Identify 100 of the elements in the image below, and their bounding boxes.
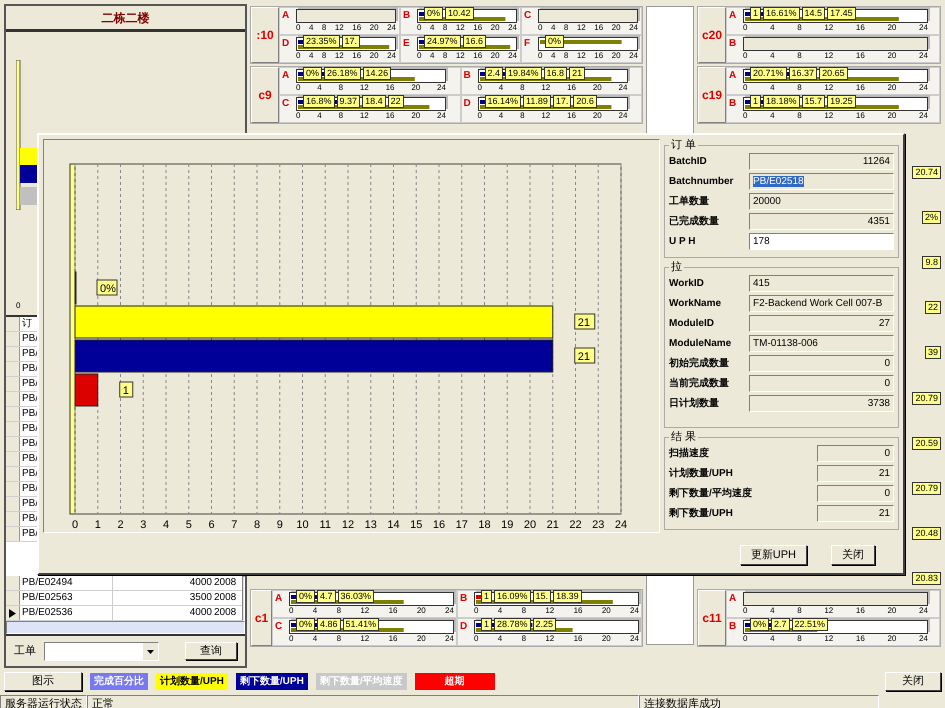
- tick-label: 0: [296, 23, 300, 33]
- tick-label: 8: [442, 23, 448, 33]
- readonly-field: PB/E02518: [749, 173, 894, 190]
- field-label: 扫描速度: [669, 446, 710, 461]
- value-label: 16.8%: [303, 95, 335, 108]
- query-button[interactable]: 查询: [185, 642, 237, 660]
- table-cell-text: 2008: [213, 606, 238, 620]
- value-label: 19.84%: [505, 67, 542, 80]
- tick-label: 24: [614, 519, 628, 531]
- chart-letter: B: [729, 620, 738, 634]
- tick-label: 12: [576, 23, 586, 33]
- tick-label: 12: [360, 111, 369, 121]
- tick-label: 24: [919, 606, 928, 616]
- value-label: 17.45: [827, 7, 856, 20]
- tick-label: 12: [824, 83, 834, 93]
- tick-label: 21: [546, 519, 559, 531]
- readonly-field: 4351: [749, 213, 894, 230]
- row-header-cell: [6, 467, 20, 481]
- tick-label: 12: [334, 23, 344, 33]
- tick-label: 16: [856, 606, 865, 616]
- tick-label: 8: [522, 606, 526, 616]
- tick-label: 4: [770, 51, 775, 61]
- table-cell-text: PB/E02536: [21, 606, 74, 620]
- value-label: 20.48: [912, 526, 941, 540]
- row-header-cell: [6, 407, 20, 421]
- group-title: 拉: [670, 261, 683, 273]
- tick-label: 4: [770, 606, 775, 616]
- tick-label: 16: [388, 606, 398, 616]
- tick-label: 20: [411, 111, 420, 121]
- value-label: 24.97%: [424, 35, 461, 48]
- tick-label: 20: [612, 23, 621, 33]
- tick-label: 24: [618, 83, 628, 93]
- legend-chip: 计划数量/UPH: [156, 673, 228, 690]
- row-header-cell: [6, 317, 20, 331]
- tick-label: 16: [352, 51, 362, 61]
- value-label: 1: [481, 590, 492, 603]
- tick-label: 12: [456, 23, 465, 33]
- group-label: c19: [702, 87, 722, 104]
- readonly-field: 27: [749, 315, 894, 332]
- tick-label: 4: [498, 111, 504, 121]
- tick-label: 16: [574, 634, 582, 644]
- tick-label: 0: [478, 111, 482, 121]
- tick-label: 20: [602, 606, 611, 616]
- close-button[interactable]: 关闭: [885, 672, 941, 691]
- group-title: 订 单: [670, 139, 698, 151]
- chart-letter: B: [729, 97, 738, 111]
- table-cell-text: PB/: [21, 362, 38, 376]
- legend-chip: 剩下数量/UPH: [236, 673, 308, 690]
- value-label: 20.83: [912, 572, 941, 585]
- row-header-cell: [6, 482, 20, 496]
- tick-label: 7: [231, 519, 238, 531]
- readonly-field: 0: [749, 355, 894, 372]
- tick-label: 20: [887, 606, 896, 616]
- tick-label: 4: [312, 606, 318, 616]
- value-label: 0%: [303, 67, 322, 80]
- tick-label: 4: [430, 23, 434, 33]
- value-label: 20.79: [912, 392, 941, 405]
- value-label: 16.6: [462, 35, 486, 48]
- table-cell-text: PB/: [21, 407, 38, 421]
- value-label: 20.71%: [750, 67, 787, 80]
- value-label: 21: [574, 314, 596, 330]
- tick-label: 4: [550, 51, 556, 61]
- value-label: 14.5: [802, 7, 826, 20]
- value-label: 18.18%: [763, 95, 800, 108]
- dialog-button[interactable]: 关闭: [831, 544, 875, 565]
- readonly-field: 21: [817, 465, 894, 482]
- field-label: U P H: [669, 235, 696, 249]
- tick-label: 12: [824, 51, 834, 61]
- legend-button[interactable]: 图示: [4, 672, 82, 691]
- tick-label: 24: [508, 23, 517, 33]
- tick-label: 24: [919, 51, 928, 61]
- table-cell-text: 2008: [213, 591, 238, 605]
- dropdown-field[interactable]: [44, 642, 159, 660]
- table-cell-text: PB/: [21, 347, 38, 361]
- tick-label: 24: [445, 634, 454, 644]
- row-header-cell: [6, 527, 20, 541]
- tick-label: 6: [208, 519, 215, 531]
- dialog-button[interactable]: 更新UPH: [740, 544, 807, 565]
- tick-label: 0: [743, 606, 748, 616]
- chart-letter: B: [464, 69, 472, 83]
- tick-label: 24: [618, 111, 628, 121]
- tick-label: 20: [524, 519, 536, 531]
- tick-label: 2: [117, 519, 124, 531]
- tick-label: 8: [797, 51, 802, 61]
- tick-label: 8: [564, 51, 568, 61]
- caret-icon: [143, 642, 158, 660]
- value-label: 4.7: [317, 590, 336, 603]
- tick-label: 4: [770, 111, 775, 121]
- value-label: 9.8: [922, 256, 941, 270]
- field-label: 已完成数量: [669, 214, 720, 229]
- readonly-field: 0: [817, 445, 894, 462]
- input-field[interactable]: 178: [749, 233, 894, 250]
- value-label: 1: [750, 95, 762, 108]
- table-cell-text: PB/: [21, 527, 38, 541]
- value-label: 15.: [532, 590, 552, 603]
- value-label: 36.03%: [338, 590, 374, 603]
- tick-label: 8: [797, 83, 802, 93]
- tick-label: 8: [520, 111, 525, 121]
- tick-label: 24: [629, 23, 638, 33]
- chart-letter: A: [282, 69, 290, 83]
